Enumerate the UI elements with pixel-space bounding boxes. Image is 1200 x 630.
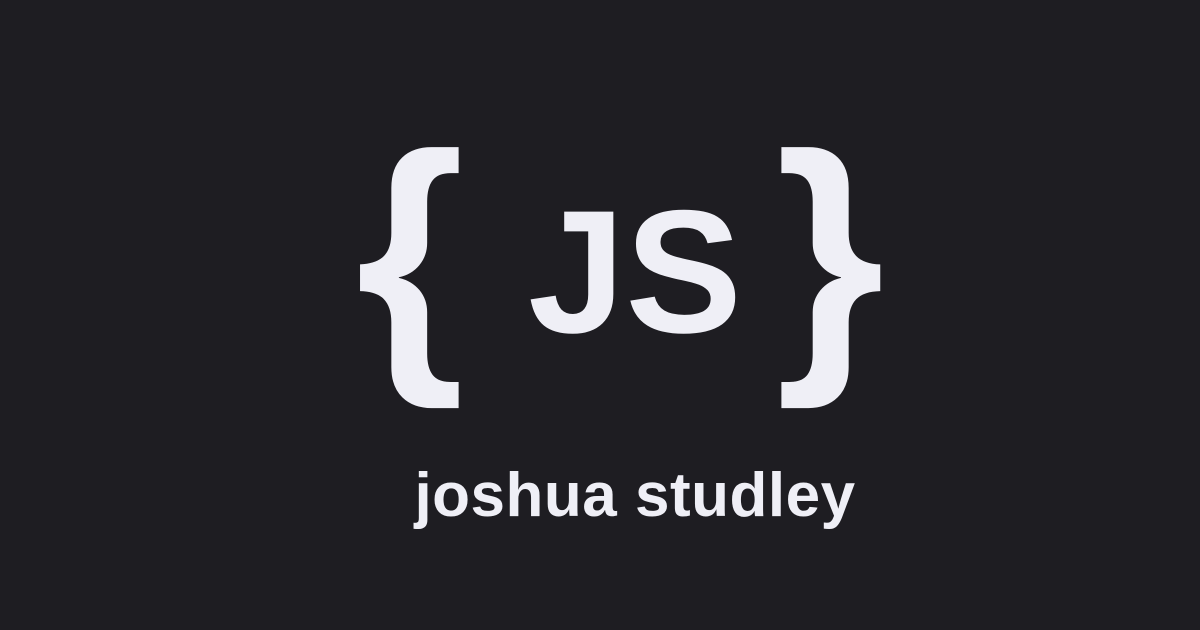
- logo-letters: JS: [528, 175, 742, 370]
- js-logo-svg: { JS }: [360, 140, 885, 411]
- logo-brace-right: }: [776, 140, 885, 411]
- js-logo: { JS }: [360, 140, 900, 415]
- author-name: joshua studley: [414, 461, 856, 530]
- social-card: { JS } joshua studley: [0, 0, 1200, 630]
- logo-brace-left: {: [360, 140, 464, 411]
